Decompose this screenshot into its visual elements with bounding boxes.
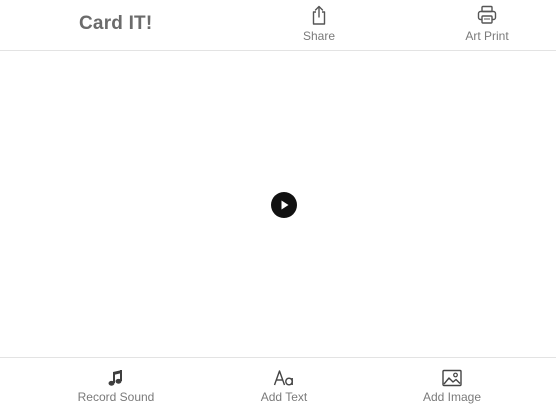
card-canvas[interactable] <box>0 51 556 357</box>
text-aa-icon <box>273 370 293 386</box>
share-button[interactable]: Share <box>279 4 359 46</box>
add-image-label: Add Image <box>422 390 482 404</box>
music-note-icon <box>108 370 122 386</box>
bottom-toolbar: Record Sound Add Text Add Image <box>0 357 556 410</box>
share-label: Share <box>302 29 336 43</box>
record-sound-label: Record Sound <box>77 390 155 404</box>
play-icon <box>281 200 289 210</box>
printer-icon <box>477 5 497 24</box>
app-title: Card IT! <box>79 13 153 34</box>
image-icon <box>442 369 462 387</box>
top-bar: Card IT! Share Art Print <box>0 0 556 51</box>
add-image-button[interactable]: Add Image <box>397 368 507 408</box>
play-button[interactable] <box>271 192 297 218</box>
card-it-app: Card IT! Share Art Print Record Sound Ad… <box>0 0 556 410</box>
add-text-label: Add Text <box>260 390 308 404</box>
share-icon <box>312 5 326 25</box>
add-text-button[interactable]: Add Text <box>229 368 339 408</box>
record-sound-button[interactable]: Record Sound <box>61 368 171 408</box>
art-print-button[interactable]: Art Print <box>447 4 527 46</box>
art-print-label: Art Print <box>465 29 509 43</box>
